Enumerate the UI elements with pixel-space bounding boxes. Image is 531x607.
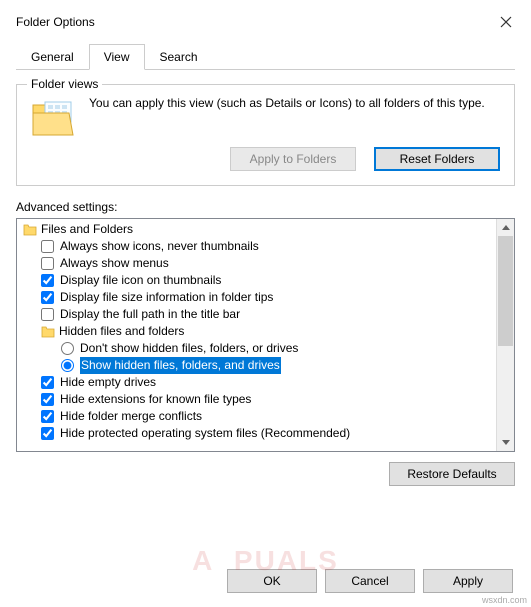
tree-group-hidden-files[interactable]: Hidden files and folders (21, 323, 496, 340)
option-show-hidden[interactable]: Show hidden files, folders, and drives (21, 357, 496, 374)
advanced-settings-tree[interactable]: Files and Folders Always show icons, nev… (16, 218, 515, 452)
scroll-up-button[interactable] (497, 219, 514, 236)
ok-button[interactable]: OK (227, 569, 317, 593)
tree-label: Always show menus (60, 255, 169, 272)
radio[interactable] (61, 359, 74, 372)
scroll-thumb[interactable] (498, 236, 513, 346)
tree-label: Hide protected operating system files (R… (60, 425, 350, 442)
option-file-icon-thumbnails[interactable]: Display file icon on thumbnails (21, 272, 496, 289)
folder-icon (41, 326, 55, 338)
scrollbar[interactable] (496, 219, 514, 451)
checkbox[interactable] (41, 376, 54, 389)
option-dont-show-hidden[interactable]: Don't show hidden files, folders, or dri… (21, 340, 496, 357)
option-hide-extensions[interactable]: Hide extensions for known file types (21, 391, 496, 408)
tab-search[interactable]: Search (145, 44, 213, 69)
checkbox[interactable] (41, 308, 54, 321)
reset-folders-button[interactable]: Reset Folders (374, 147, 500, 171)
watermark-text: wsxdn.com (482, 595, 527, 605)
tree-label: Hide empty drives (60, 374, 156, 391)
tab-general[interactable]: General (16, 44, 89, 69)
chevron-down-icon (502, 440, 510, 445)
apply-button[interactable]: Apply (423, 569, 513, 593)
option-full-path-titlebar[interactable]: Display the full path in the title bar (21, 306, 496, 323)
checkbox[interactable] (41, 257, 54, 270)
folder-views-text: You can apply this view (such as Details… (89, 95, 485, 111)
restore-defaults-button[interactable]: Restore Defaults (389, 462, 515, 486)
tree-label: Files and Folders (41, 221, 133, 238)
window-title: Folder Options (16, 15, 95, 29)
radio[interactable] (61, 342, 74, 355)
tree-label: Hide extensions for known file types (60, 391, 251, 408)
tree-label: Show hidden files, folders, and drives (80, 357, 281, 374)
tree-label: Display file icon on thumbnails (60, 272, 221, 289)
folder-views-legend: Folder views (27, 77, 102, 91)
checkbox[interactable] (41, 274, 54, 287)
advanced-settings-label: Advanced settings: (16, 200, 515, 214)
tree-label: Display the full path in the title bar (60, 306, 240, 323)
view-panel: Folder views You can apply this view (su… (16, 70, 515, 486)
option-always-show-menus[interactable]: Always show menus (21, 255, 496, 272)
tabstrip: General View Search (16, 44, 515, 70)
tree-label: Don't show hidden files, folders, or dri… (80, 340, 298, 357)
checkbox[interactable] (41, 410, 54, 423)
cancel-button[interactable]: Cancel (325, 569, 415, 593)
checkbox[interactable] (41, 291, 54, 304)
option-hide-empty-drives[interactable]: Hide empty drives (21, 374, 496, 391)
option-file-size-tips[interactable]: Display file size information in folder … (21, 289, 496, 306)
apply-to-folders-button: Apply to Folders (230, 147, 356, 171)
close-button[interactable] (493, 9, 519, 35)
checkbox[interactable] (41, 240, 54, 253)
scroll-down-button[interactable] (497, 434, 514, 451)
checkbox[interactable] (41, 393, 54, 406)
option-always-show-icons[interactable]: Always show icons, never thumbnails (21, 238, 496, 255)
folder-icon (23, 224, 37, 236)
tab-view[interactable]: View (89, 44, 145, 70)
folder-views-group: Folder views You can apply this view (su… (16, 84, 515, 186)
tree-label: Hide folder merge conflicts (60, 408, 202, 425)
chevron-up-icon (502, 225, 510, 230)
option-hide-merge-conflicts[interactable]: Hide folder merge conflicts (21, 408, 496, 425)
checkbox[interactable] (41, 427, 54, 440)
tree-label: Hidden files and folders (59, 323, 184, 340)
tree-label: Display file size information in folder … (60, 289, 273, 306)
tree-root-files-folders[interactable]: Files and Folders (21, 221, 496, 238)
close-icon (500, 16, 512, 28)
option-hide-protected-os-files[interactable]: Hide protected operating system files (R… (21, 425, 496, 442)
tree-label: Always show icons, never thumbnails (60, 238, 259, 255)
folder-views-icon (31, 99, 75, 137)
